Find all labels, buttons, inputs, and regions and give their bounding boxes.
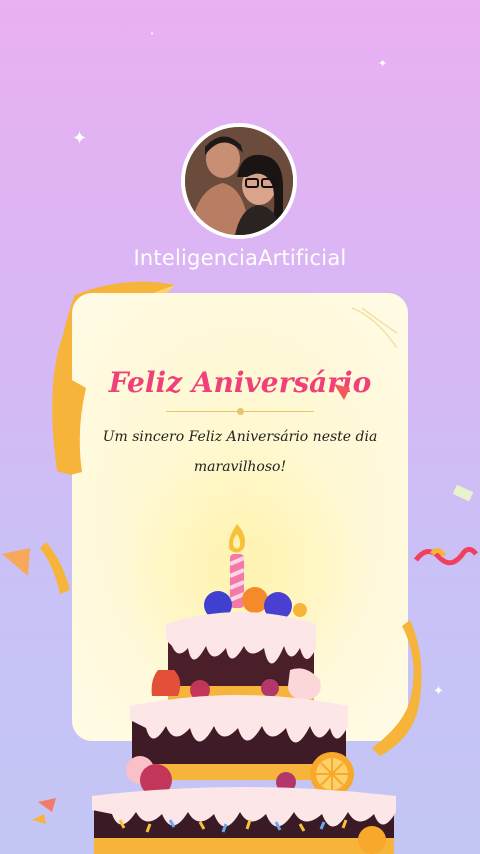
- avatar[interactable]: [181, 123, 297, 239]
- candle: [228, 524, 246, 608]
- confetti: [334, 384, 350, 400]
- birthday-cake: [92, 524, 396, 854]
- card-message: Um sincero Feliz Aniversário neste dia m…: [102, 429, 378, 475]
- divider-dot: [237, 408, 244, 415]
- confetti: [452, 484, 474, 502]
- confetti: [414, 546, 478, 566]
- profile-username[interactable]: InteligenciaArtificial: [0, 246, 480, 270]
- sparkle-icon: •: [150, 30, 155, 38]
- confetti: [32, 798, 56, 824]
- sparkle-icon: ✦: [72, 128, 88, 149]
- avatar-photo: [185, 127, 293, 235]
- card-title: Feliz Aniversário: [108, 366, 372, 399]
- card-corner-decoration: [351, 307, 398, 349]
- confetti: [2, 542, 70, 594]
- sparkle-icon: ✦: [433, 684, 444, 699]
- sparkle-icon: ✦: [378, 57, 388, 70]
